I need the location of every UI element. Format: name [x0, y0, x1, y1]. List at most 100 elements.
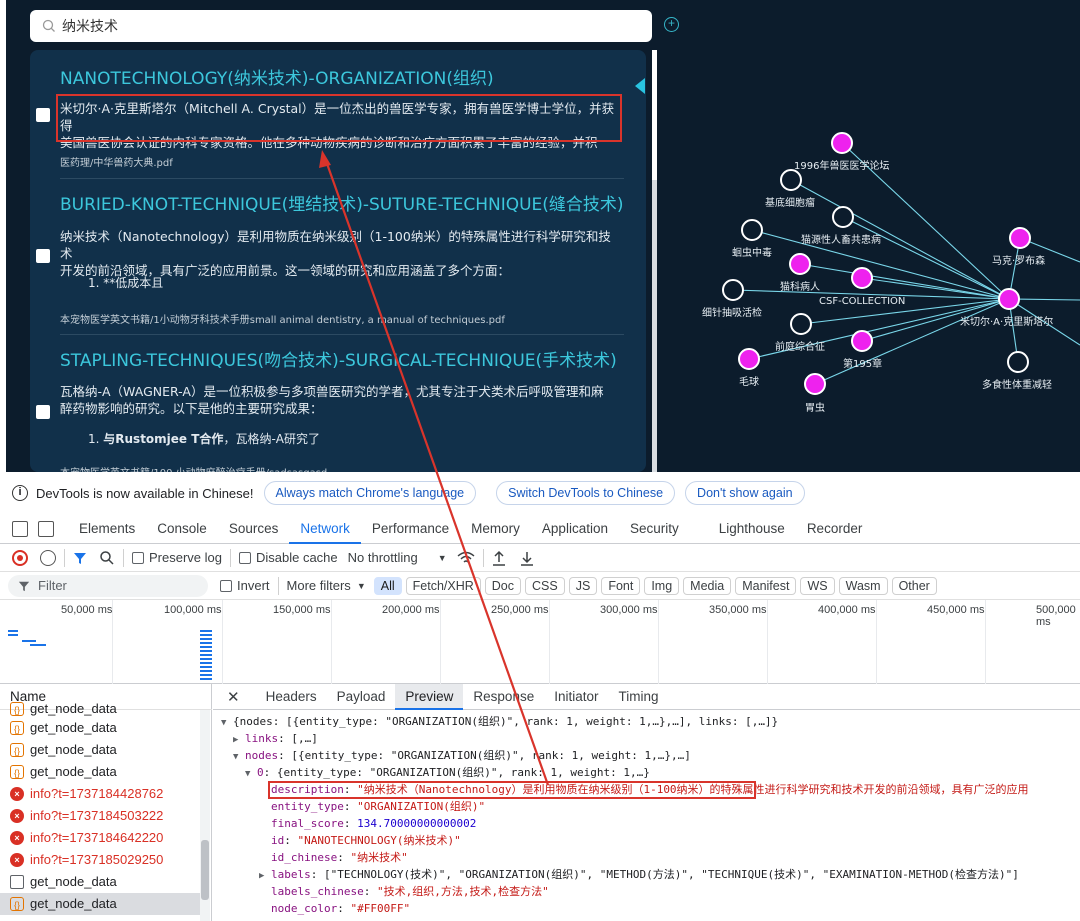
- chip-manifest[interactable]: Manifest: [735, 576, 797, 595]
- tab-payload[interactable]: Payload: [327, 684, 396, 710]
- request-row[interactable]: {} get_node_data: [0, 739, 200, 761]
- card-title[interactable]: BURIED-KNOT-TECHNIQUE(埋结技术)-SUTURE-TECHN…: [60, 190, 624, 215]
- card-source[interactable]: 本宠物医学英文书籍/100 小动物麻醉治疗手册/sadsasgasd: [60, 464, 327, 472]
- tree-root[interactable]: ▼ {nodes: [{entity_type: "ORGANIZATION(组织…: [221, 714, 778, 730]
- dont-show-button[interactable]: Don't show again: [685, 481, 805, 505]
- request-row[interactable]: {} get_node_data: [0, 761, 200, 783]
- tab-response[interactable]: Response: [463, 684, 544, 710]
- panel-scrollbar-thumb[interactable]: [652, 50, 657, 180]
- expand-triangle-icon[interactable]: ▶: [259, 868, 271, 884]
- card-source[interactable]: 本宠物医学英文书籍/1小动物牙科技术手册small animal dentist…: [60, 311, 505, 326]
- tab-lighthouse[interactable]: Lighthouse: [708, 514, 796, 544]
- chip-all[interactable]: All: [373, 576, 402, 595]
- tab-timing[interactable]: Timing: [609, 684, 669, 710]
- tree-prop-labels-chinese[interactable]: labels_chinese: "技术,组织,方法,技术,检查方法": [271, 884, 549, 900]
- chip-ws[interactable]: WS: [800, 576, 835, 595]
- chip-img[interactable]: Img: [644, 576, 680, 595]
- tree-node-nodes[interactable]: ▼ nodes: [{entity_type: "ORGANIZATION(组织)…: [233, 748, 691, 764]
- card-checkbox[interactable]: [36, 108, 50, 122]
- chip-fetch-xhr[interactable]: Fetch/XHR: [405, 576, 481, 595]
- timeline-bar: [8, 634, 18, 636]
- timeline-tick: 300,000 ms: [600, 604, 658, 616]
- network-timeline[interactable]: 50,000 ms 100,000 ms 150,000 ms 200,000 …: [0, 600, 1080, 684]
- collapse-triangle-icon[interactable]: ▼: [233, 749, 245, 765]
- chip-media[interactable]: Media: [683, 576, 732, 595]
- tab-recorder[interactable]: Recorder: [796, 514, 874, 544]
- chevron-down-icon[interactable]: ▼: [357, 581, 366, 591]
- match-language-button[interactable]: Always match Chrome's language: [263, 481, 477, 505]
- tab-network[interactable]: Network: [289, 514, 361, 544]
- download-icon[interactable]: [520, 550, 534, 566]
- tree-prop-id[interactable]: id: "NANOTECHNOLOGY(纳米技术)": [271, 833, 461, 849]
- filter-funnel-icon[interactable]: [73, 551, 87, 565]
- add-circle-icon[interactable]: +: [664, 17, 679, 32]
- request-row[interactable]: × info?t=1737185029250: [0, 849, 200, 871]
- request-row[interactable]: {} get_node_data: [0, 717, 200, 739]
- tree-prop-final-score[interactable]: final_score: 134.70000000000002: [271, 816, 476, 832]
- card-checkbox[interactable]: [36, 405, 50, 419]
- tree-node-links[interactable]: ▶ links: [,…]: [233, 731, 318, 747]
- inspect-icon[interactable]: [12, 520, 28, 537]
- invert-checkbox[interactable]: [220, 579, 232, 592]
- graph-label: 前庭综合征: [775, 340, 825, 353]
- chevron-down-icon[interactable]: ▼: [438, 553, 447, 563]
- more-filters-button[interactable]: More filters: [287, 578, 351, 593]
- device-toolbar-icon[interactable]: [38, 520, 54, 537]
- tree-prop-id-chinese[interactable]: id_chinese: "纳米技术": [271, 850, 408, 866]
- tree-node-0[interactable]: ▼ 0: {entity_type: "ORGANIZATION(组织)", ra…: [245, 765, 650, 781]
- collapse-triangle-icon[interactable]: ▼: [221, 715, 233, 731]
- chip-other[interactable]: Other: [891, 576, 937, 595]
- card-source[interactable]: 医药理/中华兽药大典.pdf: [60, 154, 173, 169]
- collapse-triangle-icon[interactable]: ▼: [245, 766, 257, 782]
- request-row[interactable]: {} get_node_data: [0, 702, 200, 716]
- tree-prop-node-color[interactable]: node_color: "#FF00FF": [271, 901, 410, 917]
- request-row[interactable]: × info?t=1737184503222: [0, 805, 200, 827]
- close-icon[interactable]: ✕: [227, 688, 240, 706]
- throttling-select[interactable]: No throttling: [348, 550, 418, 565]
- divider: [60, 334, 624, 335]
- tab-security[interactable]: Security: [619, 514, 690, 544]
- tab-memory[interactable]: Memory: [460, 514, 531, 544]
- preserve-log-checkbox[interactable]: [132, 551, 144, 564]
- disable-cache-checkbox[interactable]: [238, 551, 251, 564]
- tab-initiator[interactable]: Initiator: [544, 684, 608, 710]
- timeline-gridline: [658, 600, 659, 684]
- upload-icon[interactable]: [492, 550, 506, 566]
- chip-doc[interactable]: Doc: [484, 576, 522, 595]
- filter-input[interactable]: Filter: [8, 574, 208, 597]
- chip-font[interactable]: Font: [601, 576, 641, 595]
- search-icon[interactable]: [99, 550, 115, 566]
- chip-wasm[interactable]: Wasm: [838, 576, 888, 595]
- chip-js[interactable]: JS: [568, 576, 598, 595]
- request-list-scrollbar[interactable]: [200, 710, 210, 921]
- tab-sources[interactable]: Sources: [218, 514, 290, 544]
- request-row[interactable]: × info?t=1737184428762: [0, 783, 200, 805]
- language-notice: i DevTools is now available in Chinese! …: [0, 472, 1080, 514]
- request-row[interactable]: × info?t=1737184642220: [0, 827, 200, 849]
- tab-console[interactable]: Console: [146, 514, 218, 544]
- chip-css[interactable]: CSS: [525, 576, 565, 595]
- request-row[interactable]: get_node_data: [0, 871, 200, 893]
- devtools: i DevTools is now available in Chinese! …: [0, 472, 1080, 921]
- request-name: get_node_data: [30, 874, 117, 889]
- card-checkbox[interactable]: [36, 249, 50, 263]
- request-row-selected[interactable]: {} get_node_data: [0, 893, 200, 915]
- tab-elements[interactable]: Elements: [68, 514, 146, 544]
- tab-application[interactable]: Application: [531, 514, 619, 544]
- tab-performance[interactable]: Performance: [361, 514, 460, 544]
- tab-preview[interactable]: Preview: [395, 683, 464, 710]
- card-title[interactable]: STAPLING-TECHNIQUES(吻合技术)-SURGICAL-TECHN…: [60, 346, 617, 371]
- clear-icon[interactable]: [40, 549, 56, 566]
- collapse-arrow-icon[interactable]: [635, 78, 645, 94]
- record-icon[interactable]: [12, 549, 28, 566]
- tree-prop-labels[interactable]: ▶ labels: ["TECHNOLOGY(技术)", "ORGANIZATIO…: [259, 867, 1019, 883]
- switch-chinese-button[interactable]: Switch DevTools to Chinese: [496, 481, 676, 505]
- tree-prop-entity-type[interactable]: entity_type: "ORGANIZATION(组织)": [271, 799, 485, 815]
- scrollbar-thumb[interactable]: [201, 840, 209, 900]
- expand-triangle-icon[interactable]: ▶: [233, 732, 245, 748]
- search-input[interactable]: 纳米技术: [30, 10, 652, 42]
- network-conditions-icon[interactable]: [457, 551, 475, 565]
- knowledge-graph[interactable]: 1996年兽医医学论坛 基底细胞瘤 猫源性人畜共患病 蛔虫中毒 猫科病人 CSF…: [680, 0, 1080, 472]
- card-title[interactable]: NANOTECHNOLOGY(纳米技术)-ORGANIZATION(组织): [60, 64, 494, 89]
- tab-headers[interactable]: Headers: [256, 684, 327, 710]
